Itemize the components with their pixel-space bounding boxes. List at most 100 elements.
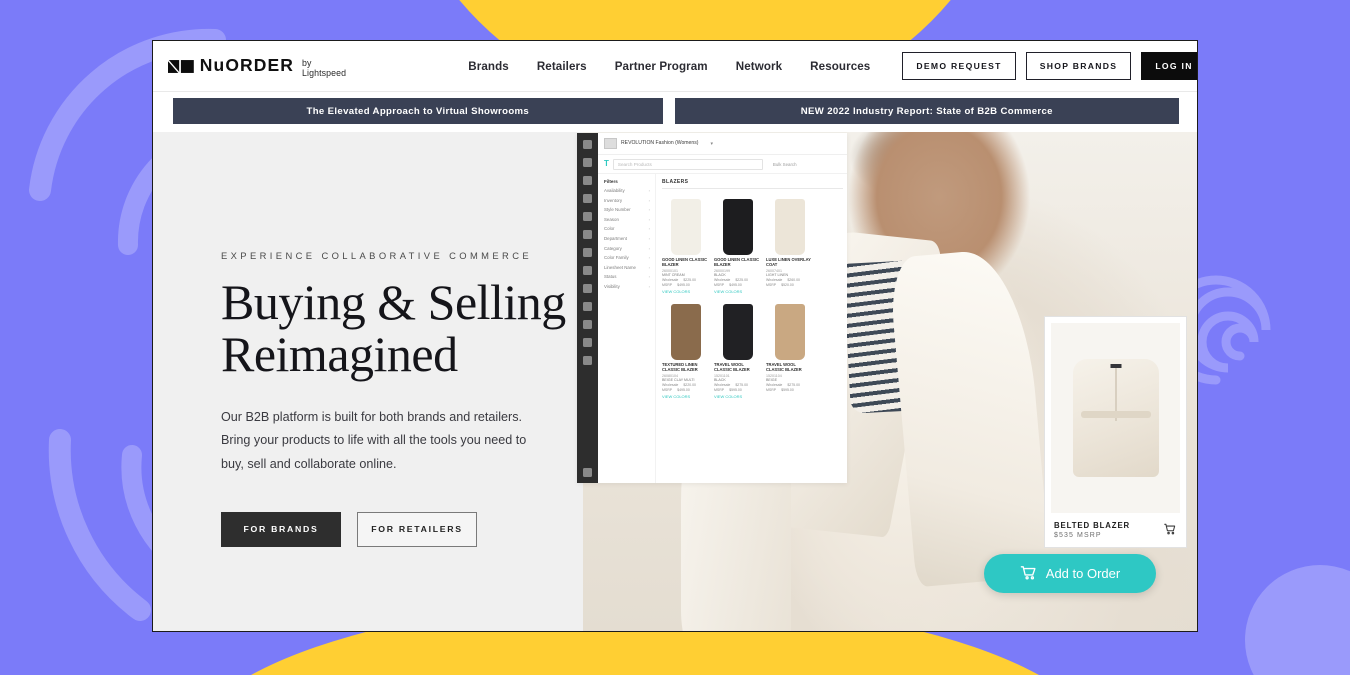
home-icon[interactable] — [583, 140, 592, 149]
filter-row[interactable]: Status › — [604, 274, 650, 279]
chevron-right-icon: › — [648, 274, 650, 280]
collapse-sidebar-icon[interactable] — [583, 468, 592, 477]
nav-item-network[interactable]: Network — [736, 60, 782, 73]
linesheet-icon[interactable] — [583, 302, 592, 311]
product-msrp-price: MSRP $595.00 — [714, 388, 761, 392]
product-row: TEXTURED LINEN CLASSIC BLAZER 26080104 B… — [662, 298, 843, 399]
filters-title: Filters — [604, 179, 618, 184]
product-detail-footer: BELTED BLAZER $535 MSRP — [1045, 513, 1186, 547]
filter-label: Season — [604, 216, 619, 222]
chevron-down-icon[interactable]: ▾ — [711, 141, 714, 147]
for-brands-button[interactable]: FOR BRANDS — [221, 512, 341, 547]
product-card[interactable]: TEXTURED LINEN CLASSIC BLAZER 26080104 B… — [662, 298, 709, 399]
search-input[interactable]: Search Products — [612, 158, 763, 170]
nav-item-resources[interactable]: Resources — [810, 60, 870, 73]
logo[interactable]: NuORDER by Lightspeed — [168, 54, 350, 78]
inventory-icon[interactable] — [583, 266, 592, 275]
app-body: Filters Availability › Inventory › Style N… — [598, 174, 847, 483]
product-card[interactable]: GOOD LINEN CLASSIC BLAZER 26000199 BLACK… — [714, 193, 761, 294]
chevron-right-icon: › — [648, 235, 650, 241]
product-color: BLACK — [714, 378, 726, 383]
store-icon[interactable] — [583, 176, 592, 185]
shopping-cart-icon[interactable] — [1163, 522, 1177, 539]
product-detail-price: $535 MSRP — [1054, 532, 1102, 539]
tag-icon[interactable] — [583, 158, 592, 167]
hero-subcopy: Our B2B platform is built for both brand… — [221, 410, 527, 471]
product-card[interactable]: LUXE LINEN OVERLAY COAT 26007401 LIGHT L… — [766, 193, 813, 294]
product-color: BLACK — [714, 273, 726, 278]
view-colors-link[interactable]: VIEW COLORS — [714, 289, 761, 294]
support-icon[interactable] — [583, 338, 592, 347]
garment-shape — [774, 199, 805, 255]
garment-shape — [722, 304, 753, 361]
msrp-label: MSRP — [766, 388, 777, 393]
nav-item-retailers[interactable]: Retailers — [537, 60, 587, 73]
product-name: LUXE LINEN OVERLAY COAT — [766, 257, 811, 268]
product-card[interactable]: TRAVEL WOOL CLASSIC BLAZER 15201104 BEIG… — [766, 298, 813, 399]
view-colors-link[interactable]: VIEW COLORS — [662, 289, 709, 294]
product-detail-name: BELTED BLAZER — [1054, 521, 1131, 530]
product-card[interactable]: GOOD LINEN CLASSIC BLAZER 26000101 MINT … — [662, 193, 709, 294]
product-sku: 15201101 — [714, 373, 730, 378]
product-wholesale-price: Wholesale $225.00 — [662, 278, 709, 282]
wholesale-value: $225.00 — [683, 278, 696, 283]
garment-shape — [670, 199, 701, 255]
product-detail-card[interactable]: BELTED BLAZER $535 MSRP — [1044, 316, 1187, 548]
hero-eyebrow: EXPERIENCE COLLABORATIVE COMMERCE — [221, 250, 533, 261]
app-search-row: T Search Products Bulk Search — [598, 155, 847, 174]
announcements-icon[interactable] — [583, 284, 592, 293]
msrp-value: $595.00 — [729, 388, 742, 393]
header-buttons: DEMO REQUEST SHOP BRANDS LOG IN — [902, 51, 1197, 81]
filter-row[interactable]: Style Number › — [604, 207, 650, 212]
view-colors-link[interactable]: VIEW COLORS — [662, 394, 709, 399]
product-msrp-price: MSRP $495.00 — [662, 388, 709, 392]
product-image — [766, 193, 813, 255]
product-wholesale-price: Wholesale $275.00 — [714, 383, 761, 387]
hero-copy: EXPERIENCE COLLABORATIVE COMMERCE Buying… — [153, 132, 583, 631]
log-in-button[interactable]: LOG IN — [1141, 51, 1197, 81]
filter-row[interactable]: Inventory › — [604, 198, 650, 203]
filter-label: Style Number — [604, 207, 631, 213]
filter-row[interactable]: Availability › — [604, 188, 650, 193]
filter-icon[interactable]: T — [604, 160, 609, 168]
filter-row[interactable]: Category › — [604, 246, 650, 251]
orders-icon[interactable] — [583, 230, 592, 239]
nav-item-brands[interactable]: Brands — [468, 60, 509, 73]
filter-row[interactable]: Color Family › — [604, 255, 650, 260]
bulk-search-link[interactable]: Bulk Search — [773, 162, 797, 167]
filter-row[interactable]: Season › — [604, 217, 650, 222]
product-grid: BLAZERS GOOD LINEN CLASSIC BLAZER 260001… — [656, 174, 847, 483]
filter-row[interactable]: Department › — [604, 236, 650, 241]
for-retailers-button[interactable]: FOR RETAILERS — [357, 512, 477, 547]
view-colors-link[interactable]: VIEW COLORS — [714, 394, 761, 399]
page-title: Buying & Selling Reimagined — [221, 276, 583, 380]
filter-row[interactable]: Visibility › — [604, 284, 650, 289]
settings-icon[interactable] — [583, 356, 592, 365]
showroom-icon[interactable] — [583, 212, 592, 221]
msrp-value: $595.00 — [781, 388, 794, 393]
reports-icon[interactable] — [583, 320, 592, 329]
announcement-virtual-showrooms[interactable]: The Elevated Approach to Virtual Showroo… — [173, 98, 663, 124]
product-card[interactable]: TRAVEL WOOL CLASSIC BLAZER 15201101 BLAC… — [714, 298, 761, 399]
product-msrp-price: MSRP $595.00 — [766, 388, 813, 392]
nav-item-partner-program[interactable]: Partner Program — [615, 60, 708, 73]
shop-brands-button[interactable]: SHOP BRANDS — [1025, 51, 1132, 81]
demo-request-button[interactable]: DEMO REQUEST — [902, 51, 1016, 81]
garment-label-tag — [1110, 364, 1121, 368]
filter-row[interactable]: Linesheet Name › — [604, 265, 650, 270]
wholesale-label: Wholesale — [662, 278, 679, 283]
filter-label: Category — [604, 245, 622, 251]
catalog-icon[interactable] — [583, 194, 592, 203]
add-to-order-button[interactable]: Add to Order — [984, 554, 1156, 593]
chevron-right-icon: › — [648, 216, 650, 222]
filter-row[interactable]: Color › — [604, 226, 650, 231]
announcement-bar-row: The Elevated Approach to Virtual Showroo… — [153, 92, 1197, 132]
msrp-label: MSRP — [714, 388, 725, 393]
browser-window: NuORDER by Lightspeed Brands Retailers P… — [152, 40, 1198, 632]
chevron-right-icon: › — [648, 207, 650, 213]
hero-section: EXPERIENCE COLLABORATIVE COMMERCE Buying… — [153, 132, 1197, 631]
announcement-industry-report[interactable]: NEW 2022 Industry Report: State of B2B C… — [674, 98, 1179, 124]
product-name: GOOD LINEN CLASSIC BLAZER — [662, 257, 708, 268]
logo-text: NuORDER — [199, 55, 295, 76]
customers-icon[interactable] — [583, 248, 592, 257]
